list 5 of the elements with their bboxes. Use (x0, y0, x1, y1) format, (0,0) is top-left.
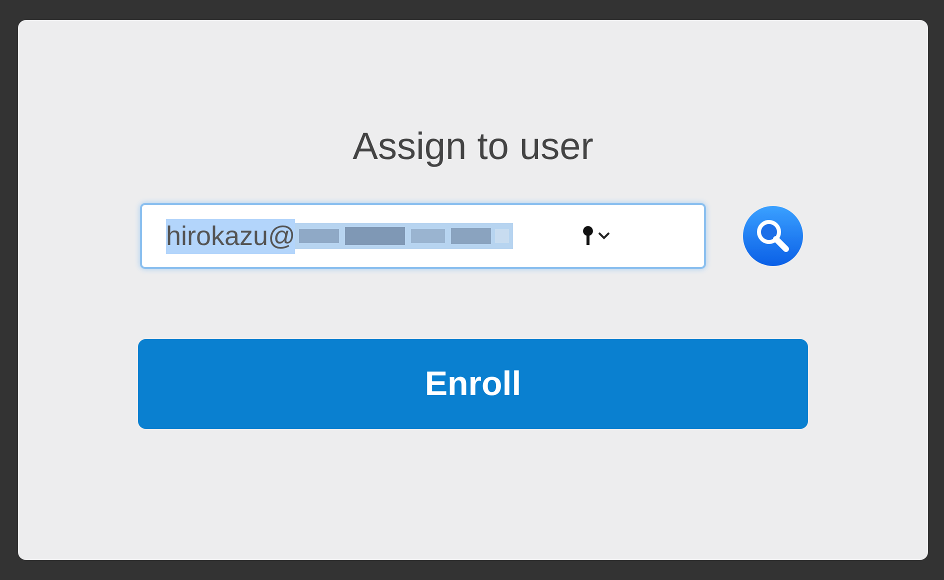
user-field[interactable]: hirokazu@ (140, 203, 706, 269)
field-value: hirokazu@ (166, 218, 296, 254)
dialog-title: Assign to user (352, 126, 594, 169)
enroll-button[interactable]: Enroll (138, 339, 808, 429)
search-icon[interactable] (742, 205, 804, 267)
